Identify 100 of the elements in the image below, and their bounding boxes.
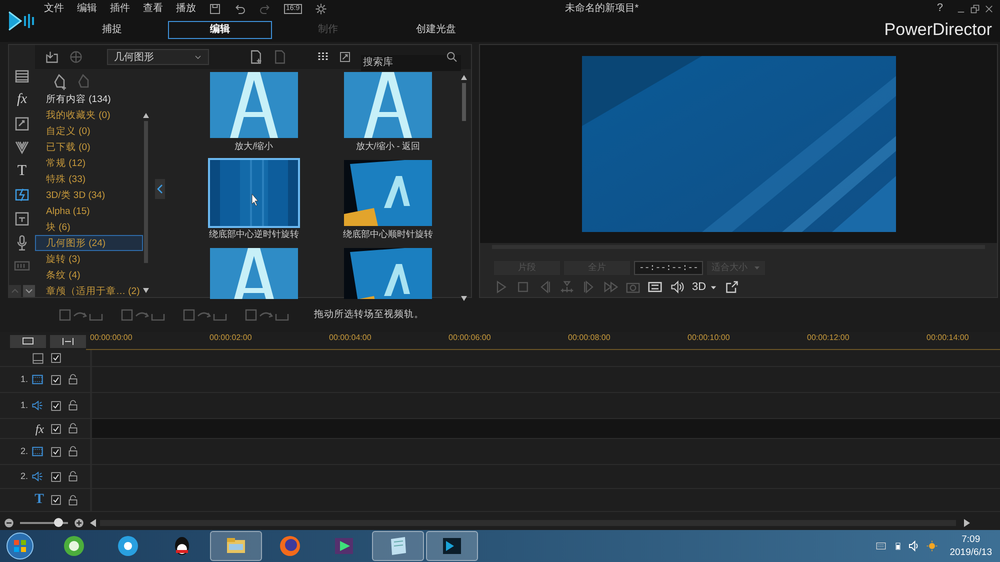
timeline-ruler[interactable]: 00:00:00:00 00:00:02:00 00:00:04:00 00:00:06:00 00:00:08:00 00:00:10:00 00:00:12:00 00:00:14:00 xyxy=(86,332,1000,350)
track-checkbox[interactable] xyxy=(51,472,61,482)
menu-item[interactable]: 播放 xyxy=(176,1,196,16)
previous-frame-icon xyxy=(538,280,552,294)
zoom-out-icon[interactable] xyxy=(4,518,14,528)
3d-mode-button[interactable]: 3D xyxy=(692,279,718,296)
next-frame-icon xyxy=(582,280,596,294)
horizontal-scrollbar[interactable] xyxy=(90,519,970,527)
ruler-label: 00:00:08:00 xyxy=(567,332,612,344)
slider-thumb[interactable] xyxy=(54,518,64,527)
thumbnail-caption: 放大/缩小 xyxy=(234,140,274,152)
track-number: 2. xyxy=(20,470,28,483)
search-field[interactable]: 搜索库 xyxy=(361,54,461,70)
thumbnail-caption: 绕底部中心逆时针旋转 xyxy=(209,228,299,240)
category-item[interactable]: 所有内容 (134) xyxy=(35,91,143,108)
track-checkbox[interactable] xyxy=(51,400,61,410)
category-item[interactable]: 条纹 (4) xyxy=(35,267,143,284)
close-icon[interactable] xyxy=(984,4,994,14)
track-checkbox[interactable] xyxy=(51,495,61,505)
unlocked-icon[interactable] xyxy=(68,471,78,482)
unlocked-icon[interactable] xyxy=(68,423,78,434)
category-scrollbar[interactable] xyxy=(143,113,149,293)
unlocked-icon[interactable] xyxy=(68,494,78,506)
expand-icon[interactable] xyxy=(339,51,351,63)
subtitle-tool-icon[interactable] xyxy=(14,210,30,228)
stop-icon xyxy=(516,280,530,294)
track-checkbox[interactable] xyxy=(51,353,61,363)
collapse-button[interactable] xyxy=(155,179,165,199)
track-checkbox[interactable] xyxy=(51,424,61,434)
zoom-in-icon[interactable] xyxy=(74,518,84,528)
category-item[interactable]: 旋转 (3) xyxy=(35,251,143,268)
category-item[interactable]: 章颅（适用于章… (2) xyxy=(35,283,143,297)
category-item[interactable]: 常规 (12) xyxy=(35,155,143,172)
external-display-icon[interactable] xyxy=(725,280,740,294)
firefox-app-icon xyxy=(278,534,302,558)
media-tool-icon[interactable] xyxy=(14,67,30,85)
transition-hint: 拖动所选转场至视频轨。 xyxy=(314,308,424,322)
fast-forward-icon xyxy=(604,280,618,294)
transition-overlap-icon xyxy=(182,308,228,322)
tab[interactable]: 捕捉 xyxy=(60,20,164,38)
subtitles-icon[interactable] xyxy=(648,280,662,294)
title-tool[interactable]: T xyxy=(17,162,27,180)
brand-name: PowerDirector xyxy=(884,18,993,41)
ruler-label: 00:00:10:00 xyxy=(686,332,731,344)
unlocked-icon[interactable] xyxy=(68,446,78,457)
category-item[interactable]: 块 (6) xyxy=(35,219,143,236)
play-icon xyxy=(494,280,508,294)
undo-icon[interactable] xyxy=(234,2,246,14)
pip-tool-icon[interactable] xyxy=(14,114,30,132)
track-checkbox[interactable] xyxy=(51,374,61,384)
file-export-icon xyxy=(273,50,287,64)
menu-item[interactable]: 查看 xyxy=(143,1,163,16)
track-number: 2. xyxy=(20,444,28,458)
menu-item[interactable]: 文件 xyxy=(44,1,64,16)
category-item[interactable]: Alpha (15) xyxy=(35,203,143,220)
category-dropdown[interactable]: 几何图形 xyxy=(107,49,209,65)
taskbar-app-button[interactable] xyxy=(426,531,478,561)
settings-icon[interactable] xyxy=(314,2,327,14)
tag-add-icon[interactable] xyxy=(53,73,69,91)
category-item[interactable]: 自定义 (0) xyxy=(35,123,143,140)
save-icon[interactable] xyxy=(209,2,221,14)
scroll-down-icon[interactable] xyxy=(23,285,35,298)
thumbnail-caption: 放大/缩小 - 返回 xyxy=(356,140,420,152)
tab[interactable]: 创建光盘 xyxy=(384,20,488,38)
grid-icon[interactable] xyxy=(317,51,329,63)
category-item[interactable]: 特殊 (33) xyxy=(35,171,143,188)
ruler-label: 00:00:14:00 xyxy=(926,332,970,344)
unlocked-icon[interactable] xyxy=(68,374,78,385)
unlocked-icon[interactable] xyxy=(68,400,78,411)
tab[interactable]: 编辑 xyxy=(168,20,272,38)
search-icon[interactable] xyxy=(446,51,458,63)
volume-icon[interactable] xyxy=(670,280,684,294)
effects-tool[interactable]: fx xyxy=(16,90,28,109)
new-file-icon[interactable] xyxy=(249,50,263,64)
clock-time: 7:09 xyxy=(962,533,980,546)
category-item[interactable]: 已下载 (0) xyxy=(35,139,143,156)
category-item[interactable]: 我的收藏夹 (0) xyxy=(35,107,143,124)
category-item[interactable]: 几何图形 (24) xyxy=(35,235,143,252)
menu-item[interactable]: 编辑 xyxy=(77,1,97,16)
menu-item[interactable]: 插件 xyxy=(110,1,130,16)
volume-icon[interactable] xyxy=(908,540,920,552)
keyboard-icon[interactable] xyxy=(874,541,888,551)
ruler-label: 00:00:02:00 xyxy=(208,332,253,344)
speaker-icon xyxy=(31,400,44,411)
category-item[interactable]: 3D/类 3D (34) xyxy=(35,187,143,204)
library-scrollbar[interactable] xyxy=(461,75,467,301)
restore-icon[interactable] xyxy=(970,4,980,14)
timecode-field[interactable]: --:--:--:-- xyxy=(634,261,704,275)
transition-tool-icon[interactable] xyxy=(14,186,30,204)
battery-icon[interactable] xyxy=(894,540,902,552)
track-number: 1. xyxy=(20,398,28,412)
track-checkbox[interactable] xyxy=(51,446,61,456)
speaker-icon xyxy=(31,471,44,482)
ruler-label: 00:00:12:00 xyxy=(806,332,850,344)
window-title: 未命名的新项目* xyxy=(564,2,640,16)
help-button[interactable]: ? xyxy=(936,0,943,17)
fit-timeline-button[interactable] xyxy=(50,334,86,348)
start-button[interactable] xyxy=(5,531,35,561)
track-manager-button[interactable] xyxy=(10,334,46,348)
import-icon[interactable] xyxy=(45,50,59,64)
